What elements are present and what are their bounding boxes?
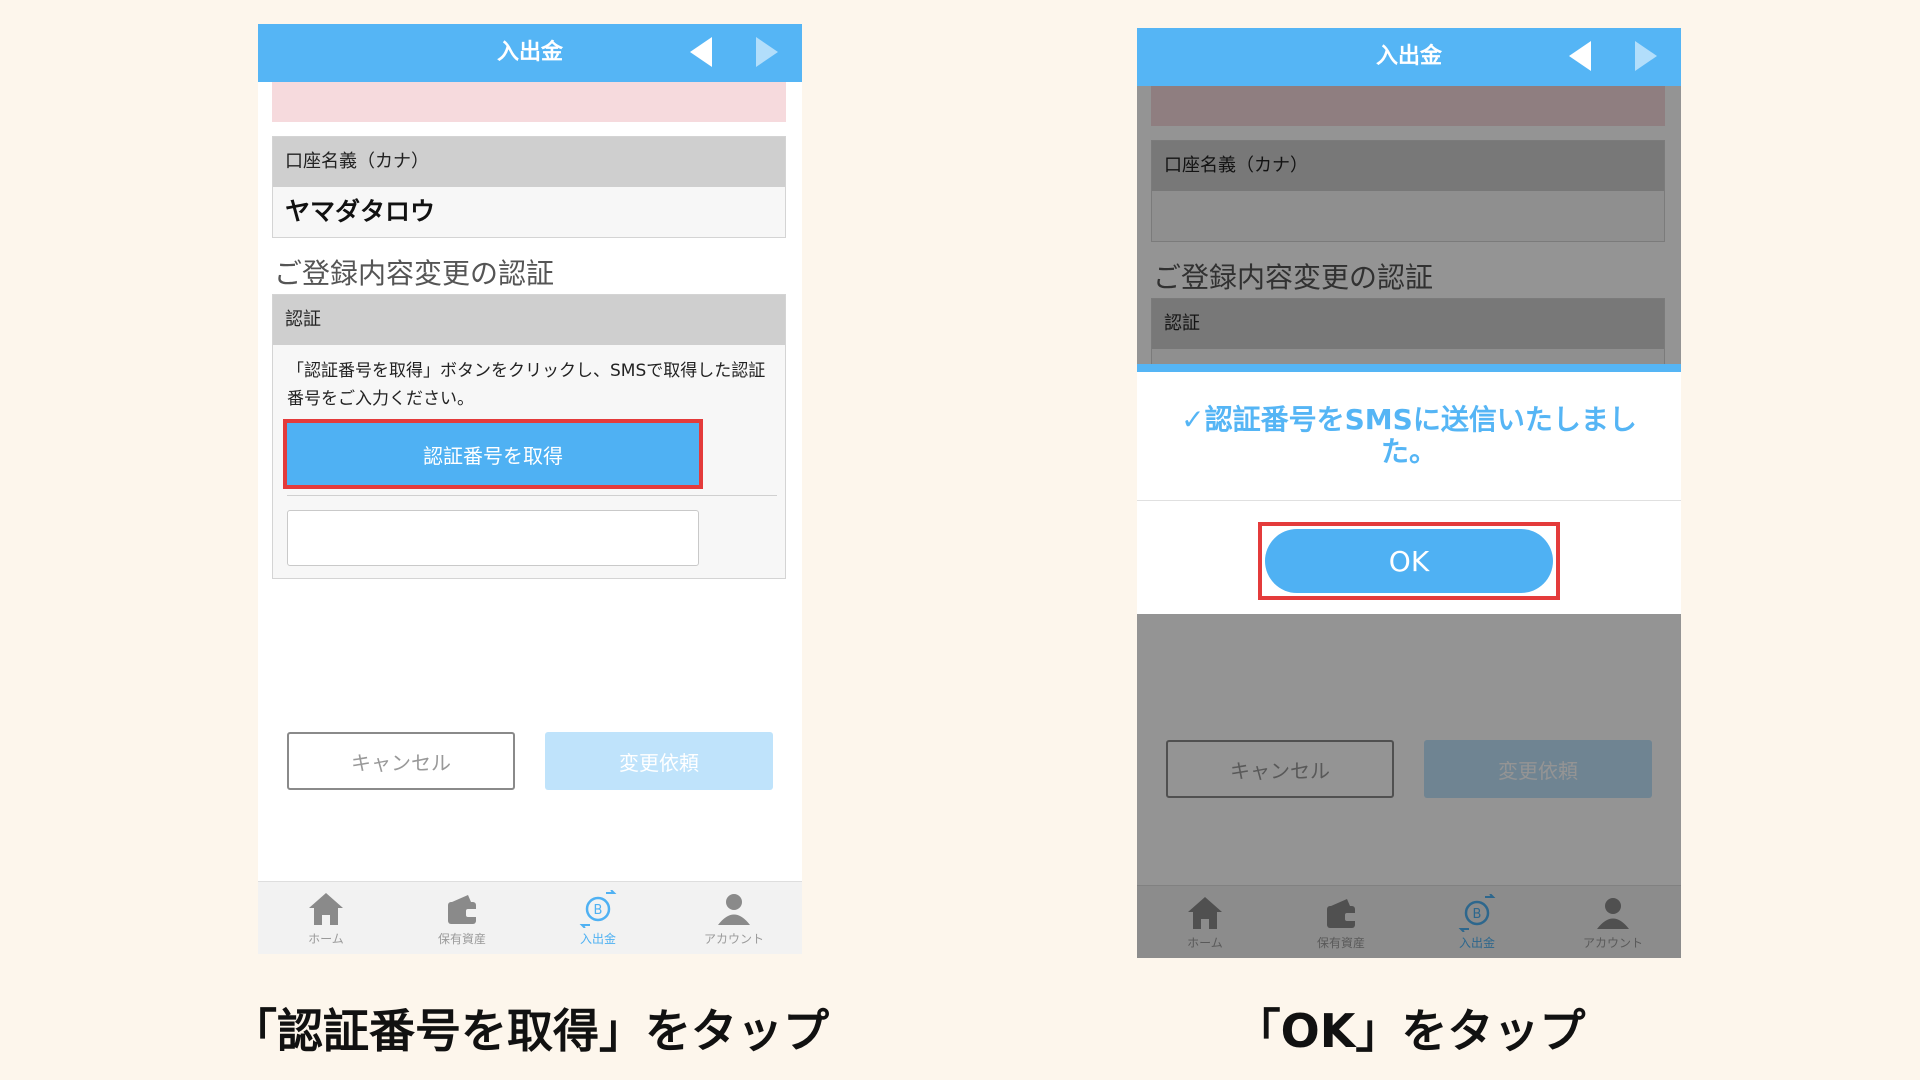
account-name-label: 口座名義（カナ） bbox=[273, 137, 785, 187]
tab-label: ホーム bbox=[308, 931, 344, 946]
ok-highlight: OK bbox=[1258, 522, 1560, 600]
bottom-tab-bar: ホーム 保有資産 B 入出金 アカウント bbox=[258, 881, 802, 954]
section-title: ご登録内容変更の認証 bbox=[274, 257, 555, 290]
triangle-left-icon[interactable] bbox=[1569, 41, 1591, 71]
cancel-button[interactable]: キャンセル bbox=[287, 732, 515, 790]
tab-assets[interactable]: 保有資産 bbox=[394, 882, 530, 954]
ok-button[interactable]: OK bbox=[1265, 529, 1553, 593]
user-icon bbox=[718, 893, 750, 925]
phone-screen-left: 入出金 口座名義（カナ） ヤマダタロウ ご登録内容変更の認証 認証 「認証番号を… bbox=[258, 24, 802, 954]
submit-change-button[interactable]: 変更依頼 bbox=[545, 732, 773, 790]
triangle-left-icon[interactable] bbox=[690, 37, 712, 67]
auth-card: 認証 「認証番号を取得」ボタンをクリックし、SMSで取得した認証番号をご入力くだ… bbox=[272, 294, 786, 579]
tab-account[interactable]: アカウント bbox=[666, 882, 802, 954]
caption-right: 「OK」をタップ bbox=[1234, 1004, 1586, 1058]
tab-home[interactable]: ホーム bbox=[258, 882, 394, 954]
tab-label: アカウント bbox=[703, 931, 764, 946]
triangle-right-icon[interactable] bbox=[1635, 41, 1657, 71]
header-title: 入出金 bbox=[1375, 44, 1442, 69]
tab-label: 保有資産 bbox=[437, 931, 486, 946]
auth-description: 「認証番号を取得」ボタンをクリックし、SMSで取得した認証番号をご入力ください。 bbox=[287, 361, 766, 409]
app-header: 入出金 bbox=[1137, 28, 1681, 86]
auth-label: 認証 bbox=[273, 295, 785, 345]
caption-left: 「認証番号を取得」をタップ bbox=[231, 1004, 829, 1058]
sms-sent-dialog: ✓認証番号をSMSに送信いたしました。 OK bbox=[1137, 364, 1681, 614]
svg-text:B: B bbox=[594, 903, 603, 918]
wallet-icon bbox=[448, 894, 478, 924]
divider bbox=[287, 495, 777, 496]
tab-deposit-withdraw[interactable]: B 入出金 bbox=[530, 882, 666, 954]
dialog-message: ✓認証番号をSMSに送信いたしました。 bbox=[1137, 372, 1681, 501]
bitcoin-transfer-icon: B bbox=[579, 889, 617, 928]
tab-label: 入出金 bbox=[579, 931, 616, 946]
triangle-right-icon[interactable] bbox=[756, 37, 778, 67]
form-content: 口座名義（カナ） ヤマダタロウ ご登録内容変更の認証 認証 「認証番号を取得」ボ… bbox=[258, 82, 802, 882]
get-code-button[interactable]: 認証番号を取得 bbox=[283, 419, 703, 489]
account-name-card: 口座名義（カナ） ヤマダタロウ bbox=[272, 136, 786, 238]
app-header: 入出金 bbox=[258, 24, 802, 82]
masked-field bbox=[272, 82, 786, 122]
auth-code-input[interactable] bbox=[287, 510, 699, 566]
account-name-value: ヤマダタロウ bbox=[285, 197, 436, 226]
home-icon bbox=[309, 892, 343, 925]
header-title: 入出金 bbox=[496, 40, 563, 65]
phone-screen-right: 入出金 口座名義（カナ） ご登録内容変更の認証 認証 キャンセル 変更依頼 ホー… bbox=[1137, 28, 1681, 958]
